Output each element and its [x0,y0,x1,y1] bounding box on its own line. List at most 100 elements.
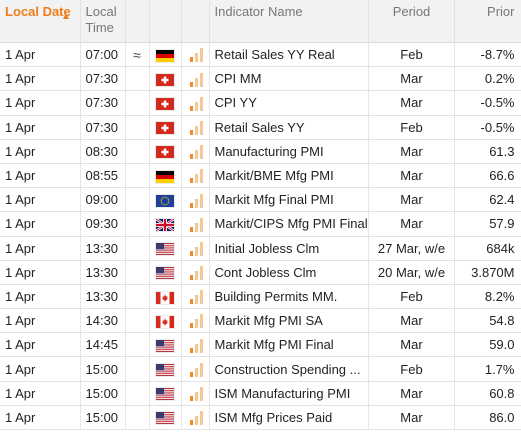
table-row[interactable]: 1 Apr 09:00 Markit Mfg Final PMI Mar 62.4 [0,187,521,213]
volatility-icon [125,381,150,406]
row-indicator-name[interactable]: CPI YY [209,90,369,116]
row-indicator-name[interactable]: Manufacturing PMI [209,139,369,164]
table-row[interactable]: 1 Apr 14:45 Markit Mfg PMI Final Mar 59.0 [0,332,521,358]
row-period: Mar [368,90,455,116]
row-period: Mar [368,332,455,358]
table-row[interactable]: 1 Apr 15:00 ISM Manufacturing PMI Mar 60.8 [0,381,521,406]
row-prior: 0.2% [454,66,521,92]
volatility-icon [125,163,150,189]
importance-bars-icon [189,96,203,111]
row-date: 1 Apr [0,139,81,164]
volatility-icon [125,236,150,261]
column-header-indicator-name[interactable]: Indicator Name [209,0,369,43]
row-indicator-name[interactable]: Markit/BME Mfg PMI [209,163,369,189]
row-prior: 57.9 [454,211,521,237]
row-prior: -0.5% [454,115,521,140]
row-time: 07:30 [80,90,126,116]
table-header-row: Local Date ▲ Local Time Indicator Name P… [0,0,521,43]
row-date: 1 Apr [0,90,81,116]
column-header-country[interactable] [149,0,182,43]
column-header-prior[interactable]: Prior [454,0,521,43]
table-row[interactable]: 1 Apr 15:00 ISM Mfg Prices Paid Mar 86.0 [0,405,521,431]
row-date: 1 Apr [0,381,81,406]
table-row[interactable]: 1 Apr 13:30 Initial Jobless Clm 27 Mar, w/e… [0,236,521,261]
country-flag-icon [156,170,174,183]
country-flag-icon [156,49,174,62]
table-row[interactable]: 1 Apr 08:30 Manufacturing PMI Mar 61.3 [0,139,521,164]
row-time: 14:30 [80,308,126,334]
row-indicator-name[interactable]: Initial Jobless Clm [209,236,369,261]
column-header-volatility[interactable] [125,0,150,43]
volatility-icon: ≈ [125,42,150,68]
importance-bars-icon [189,72,203,87]
row-indicator-name[interactable]: Markit Mfg PMI Final [209,332,369,358]
row-period: Mar [368,381,455,406]
row-indicator-name[interactable]: Cont Jobless Clm [209,260,369,285]
row-prior: 3.870M [454,260,521,285]
period-label: Period [392,4,431,19]
table-row[interactable]: 1 Apr 07:30 CPI MM Mar 0.2% [0,66,521,92]
country-flag-icon [156,291,174,304]
table-row[interactable]: 1 Apr 14:30 Markit Mfg PMI SA Mar 54.8 [0,308,521,334]
table-row[interactable]: 1 Apr 09:30 Markit/CIPS Mfg PMI Final Mar 57… [0,211,521,237]
row-prior: 8.2% [454,284,521,310]
volatility-icon [125,115,150,140]
country-flag-icon [156,412,174,425]
column-header-local-time[interactable]: Local Time [80,0,126,43]
row-time: 13:30 [80,236,126,261]
row-indicator-name[interactable]: ISM Mfg Prices Paid [209,405,369,431]
importance-bars-icon [189,120,203,135]
table-row[interactable]: 1 Apr 08:55 Markit/BME Mfg PMI Mar 66.6 [0,163,521,189]
row-period: Feb [368,42,455,68]
row-prior: 59.0 [454,332,521,358]
row-indicator-name[interactable]: Construction Spending ... [209,356,369,382]
row-indicator-name[interactable]: Markit Mfg Final PMI [209,187,369,213]
row-date: 1 Apr [0,356,81,382]
importance-bars-icon [189,266,203,281]
row-time: 15:00 [80,381,126,406]
row-time: 09:30 [80,211,126,237]
row-prior: 66.6 [454,163,521,189]
row-period: 20 Mar, w/e [368,260,455,285]
row-time: 14:45 [80,332,126,358]
row-date: 1 Apr [0,308,81,334]
row-period: Mar [368,405,455,431]
importance-bars-icon [189,362,203,377]
row-prior: 86.0 [454,405,521,431]
volatility-icon [125,356,150,382]
row-indicator-name[interactable]: CPI MM [209,66,369,92]
importance-bars-icon [189,169,203,184]
importance-bars-icon [189,193,203,208]
row-period: Feb [368,115,455,140]
row-prior: 61.3 [454,139,521,164]
importance-bars-icon [189,387,203,401]
row-period: Feb [368,284,455,310]
row-indicator-name[interactable]: Building Permits MM. [209,284,369,310]
row-period: Mar [368,139,455,164]
column-header-importance[interactable] [181,0,210,43]
row-date: 1 Apr [0,405,81,431]
country-flag-icon [156,194,174,207]
row-indicator-name[interactable]: Markit/CIPS Mfg PMI Final [209,211,369,237]
row-indicator-name[interactable]: Retail Sales YY [209,115,369,140]
row-indicator-name[interactable]: ISM Manufacturing PMI [209,381,369,406]
table-row[interactable]: 1 Apr 13:30 Cont Jobless Clm 20 Mar, w/e 3.8… [0,260,521,285]
column-header-period[interactable]: Period [368,0,455,43]
row-time: 15:00 [80,356,126,382]
table-row[interactable]: 1 Apr 07:30 CPI YY Mar -0.5% [0,90,521,116]
row-indicator-name[interactable]: Retail Sales YY Real [209,42,369,68]
table-row[interactable]: 1 Apr 07:00 ≈ Retail Sales YY Real Feb -8.7% [0,42,521,68]
column-header-local-date[interactable]: Local Date ▲ [0,0,81,43]
row-time: 08:55 [80,163,126,189]
prior-label: Prior [487,4,515,19]
volatility-icon [125,260,150,285]
importance-bars-icon [189,48,203,63]
row-indicator-name[interactable]: Markit Mfg PMI SA [209,308,369,334]
row-prior: 54.8 [454,308,521,334]
table-row[interactable]: 1 Apr 13:30 Building Permits MM. Feb 8.2% [0,284,521,310]
row-period: 27 Mar, w/e [368,236,455,261]
table-row[interactable]: 1 Apr 07:30 Retail Sales YY Feb -0.5% [0,115,521,140]
row-period: Mar [368,211,455,237]
table-row[interactable]: 1 Apr 15:00 Construction Spending ... Feb 1.… [0,356,521,382]
row-date: 1 Apr [0,211,81,237]
